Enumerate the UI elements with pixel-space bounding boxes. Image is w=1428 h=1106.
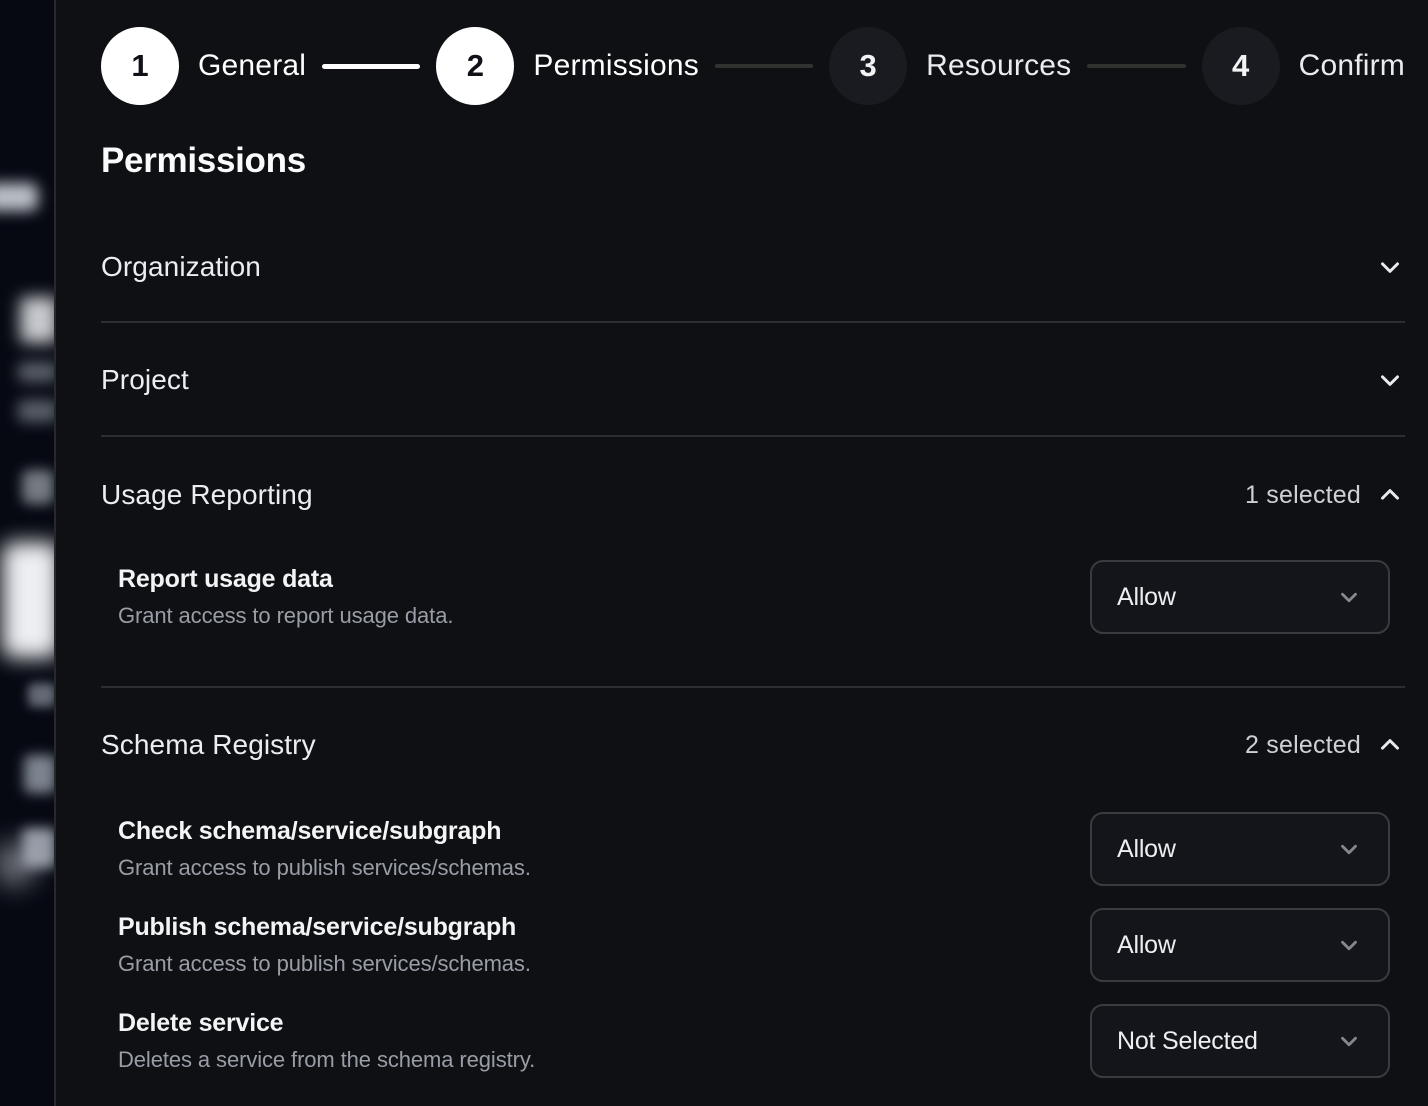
permissions-wizard-screen: 1 General 2 Permissions 3 Resources 4 Co… xyxy=(0,0,1428,1106)
step-number-badge: 4 xyxy=(1202,27,1280,105)
blurred-nav-pill xyxy=(0,183,38,211)
step-permissions[interactable]: 2 Permissions xyxy=(436,27,699,105)
section-schema-registry[interactable]: Schema Registry 2 selected xyxy=(101,708,1405,782)
permission-description: Deletes a service from the schema regist… xyxy=(118,1047,535,1073)
permission-select-delete-service[interactable]: Not Selected xyxy=(1090,1004,1390,1078)
permission-select-report-usage-data[interactable]: Allow xyxy=(1090,560,1390,634)
step-number-badge: 3 xyxy=(829,27,907,105)
dropdown-value: Not Selected xyxy=(1117,1027,1258,1056)
blurred-text-line xyxy=(22,828,54,868)
wizard-stepper: 1 General 2 Permissions 3 Resources 4 Co… xyxy=(101,27,1405,105)
section-divider xyxy=(101,435,1405,437)
chevron-up-icon xyxy=(1375,730,1405,760)
permission-name: Report usage data xyxy=(118,565,453,594)
section-title: Project xyxy=(101,364,189,396)
chevron-down-icon xyxy=(1336,932,1362,958)
chevron-down-icon xyxy=(1336,1028,1362,1054)
stepper-connector xyxy=(1087,64,1185,68)
step-resources[interactable]: 3 Resources xyxy=(829,27,1071,105)
chevron-down-icon xyxy=(1375,252,1405,282)
blurred-text-line xyxy=(24,755,54,793)
section-title: Organization xyxy=(101,251,261,283)
permission-description: Grant access to publish services/schemas… xyxy=(118,855,531,881)
section-usage-reporting[interactable]: Usage Reporting 1 selected xyxy=(101,458,1405,532)
permission-description: Grant access to publish services/schemas… xyxy=(118,951,531,977)
blurred-brand-text xyxy=(20,297,54,343)
section-divider xyxy=(101,686,1405,688)
step-label: Confirm xyxy=(1299,49,1405,83)
selected-count-badge: 2 selected xyxy=(1245,731,1361,760)
page-title: Permissions xyxy=(101,141,306,181)
section-title: Schema Registry xyxy=(101,729,316,761)
chevron-down-icon xyxy=(1375,365,1405,395)
chevron-down-icon xyxy=(1336,836,1362,862)
stepper-connector xyxy=(715,64,813,68)
stepper-connector-active xyxy=(322,64,420,69)
blurred-nav-icon xyxy=(22,470,54,504)
blurred-text-line xyxy=(18,362,54,382)
step-number-badge: 1 xyxy=(101,27,179,105)
permission-name: Publish schema/service/subgraph xyxy=(118,913,531,942)
section-organization[interactable]: Organization xyxy=(101,230,1405,304)
step-label: General xyxy=(198,49,306,83)
permission-description: Grant access to report usage data. xyxy=(118,603,453,629)
dropdown-value: Allow xyxy=(1117,835,1176,864)
blurred-text-line xyxy=(28,683,54,707)
permission-select-check-schema[interactable]: Allow xyxy=(1090,812,1390,886)
chevron-down-icon xyxy=(1336,584,1362,610)
permission-name: Check schema/service/subgraph xyxy=(118,817,531,846)
step-number-badge: 2 xyxy=(436,27,514,105)
section-divider xyxy=(101,321,1405,323)
permission-row-delete-service: Delete service Deletes a service from th… xyxy=(118,1004,1390,1078)
permission-row-publish-schema: Publish schema/service/subgraph Grant ac… xyxy=(118,908,1390,982)
create-key-modal: 1 General 2 Permissions 3 Resources 4 Co… xyxy=(56,0,1428,1106)
permission-select-publish-schema[interactable]: Allow xyxy=(1090,908,1390,982)
permission-row-check-schema: Check schema/service/subgraph Grant acce… xyxy=(118,812,1390,886)
blurred-text-line xyxy=(18,400,54,422)
chevron-up-icon xyxy=(1375,480,1405,510)
permission-name: Delete service xyxy=(118,1009,535,1038)
background-sidebar xyxy=(0,0,54,1106)
dropdown-value: Allow xyxy=(1117,583,1176,612)
section-title: Usage Reporting xyxy=(101,479,313,511)
section-project[interactable]: Project xyxy=(101,343,1405,417)
step-label: Permissions xyxy=(533,49,699,83)
selected-count-badge: 1 selected xyxy=(1245,481,1361,510)
blurred-active-button xyxy=(2,542,54,658)
dropdown-value: Allow xyxy=(1117,931,1176,960)
step-label: Resources xyxy=(926,49,1071,83)
step-general[interactable]: 1 General xyxy=(101,27,306,105)
step-confirm[interactable]: 4 Confirm xyxy=(1202,27,1405,105)
permission-row-report-usage-data: Report usage data Grant access to report… xyxy=(118,560,1390,634)
